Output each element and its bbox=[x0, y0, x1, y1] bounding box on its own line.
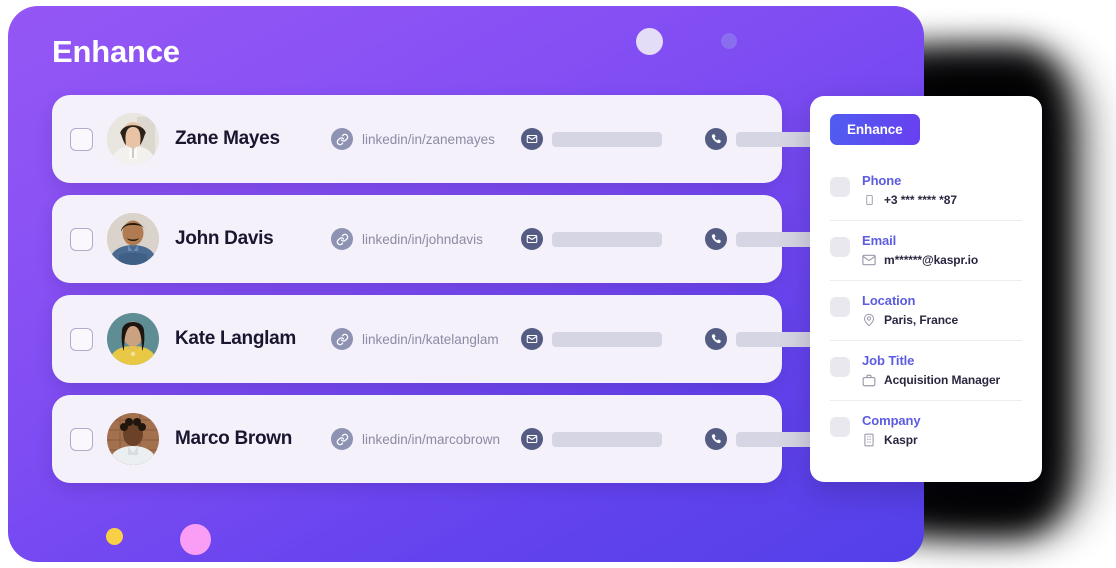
decorative-dot-small-purple bbox=[721, 33, 737, 49]
detail-select-checkbox[interactable] bbox=[830, 417, 850, 437]
contact-email-field[interactable] bbox=[521, 128, 681, 150]
avatar bbox=[107, 413, 159, 465]
link-icon bbox=[331, 128, 353, 150]
linkedin-url: linkedin/in/katelanglam bbox=[362, 331, 499, 347]
mail-icon bbox=[521, 328, 543, 350]
row-select-checkbox[interactable] bbox=[70, 127, 93, 151]
detail-select-checkbox[interactable] bbox=[830, 177, 850, 197]
contact-email-field[interactable] bbox=[521, 328, 681, 350]
detail-value: Kaspr bbox=[884, 433, 918, 447]
contact-linkedin-field[interactable]: linkedin/in/johndavis bbox=[331, 228, 499, 250]
detail-content: Email m******@kaspr.io bbox=[862, 233, 1022, 267]
detail-select-checkbox[interactable] bbox=[830, 297, 850, 317]
table-row[interactable]: John Davis linkedin/in/johndavis bbox=[52, 195, 854, 283]
row-select-checkbox[interactable] bbox=[70, 427, 93, 451]
email-hidden-placeholder bbox=[552, 231, 662, 247]
email-hidden-placeholder bbox=[552, 431, 662, 447]
detail-content: Phone +3 *** **** *87 bbox=[862, 173, 1022, 207]
link-icon bbox=[331, 428, 353, 450]
detail-content: Company Kaspr bbox=[862, 413, 1022, 447]
detail-item-phone[interactable]: Phone +3 *** **** *87 bbox=[830, 161, 1022, 221]
table-row[interactable]: Zane Mayes linkedin/in/zanemayes bbox=[52, 95, 854, 183]
mobile-icon bbox=[862, 193, 876, 207]
decorative-dot-large-white bbox=[636, 28, 663, 55]
phone-icon bbox=[705, 328, 727, 350]
detail-select-checkbox[interactable] bbox=[830, 357, 850, 377]
mail-icon bbox=[521, 128, 543, 150]
detail-item-email[interactable]: Email m******@kaspr.io bbox=[830, 221, 1022, 281]
detail-item-location[interactable]: Location Paris, France bbox=[830, 281, 1022, 341]
enhance-button[interactable]: Enhance bbox=[830, 114, 920, 145]
table-row[interactable]: Marco Brown linkedin/in/marcobrown bbox=[52, 395, 854, 483]
detail-value-row: +3 *** **** *87 bbox=[862, 193, 1022, 207]
link-icon bbox=[331, 228, 353, 250]
mail-icon bbox=[521, 228, 543, 250]
briefcase-icon bbox=[862, 373, 876, 387]
pin-icon bbox=[862, 313, 876, 327]
building-icon bbox=[862, 433, 876, 447]
row-select-checkbox[interactable] bbox=[70, 327, 93, 351]
link-icon bbox=[331, 328, 353, 350]
linkedin-url: linkedin/in/johndavis bbox=[362, 231, 483, 247]
phone-icon bbox=[705, 428, 727, 450]
contact-name: John Davis bbox=[175, 228, 274, 249]
contact-linkedin-field[interactable]: linkedin/in/marcobrown bbox=[331, 428, 501, 450]
main-purple-card: Enhance Zane Mayes linkedin/in/zanemayes… bbox=[8, 6, 924, 562]
detail-content: Job Title Acquisition Manager bbox=[862, 353, 1022, 387]
contact-name: Marco Brown bbox=[175, 428, 293, 449]
decorative-dot-medium-pink bbox=[180, 524, 211, 555]
detail-label: Location bbox=[862, 293, 916, 308]
contact-linkedin-field[interactable]: linkedin/in/zanemayes bbox=[331, 128, 499, 150]
detail-value: +3 *** **** *87 bbox=[884, 193, 957, 207]
decorative-dot-small-yellow bbox=[106, 528, 123, 545]
mail-icon bbox=[521, 428, 543, 450]
avatar bbox=[107, 113, 159, 165]
contact-detail-panel: Enhance Phone +3 *** **** *87 Email m***… bbox=[810, 96, 1042, 482]
detail-value-row: m******@kaspr.io bbox=[862, 253, 1022, 267]
detail-value-row: Paris, France bbox=[862, 313, 1022, 327]
contact-list: Zane Mayes linkedin/in/zanemayes John Da… bbox=[52, 95, 854, 495]
detail-content: Location Paris, France bbox=[862, 293, 1022, 327]
detail-label: Phone bbox=[862, 173, 902, 188]
app-stage: Enhance Zane Mayes linkedin/in/zanemayes… bbox=[0, 0, 1116, 568]
linkedin-url: linkedin/in/marcobrown bbox=[362, 431, 501, 447]
linkedin-url: linkedin/in/zanemayes bbox=[362, 131, 495, 147]
detail-value: Paris, France bbox=[884, 313, 959, 327]
detail-field-list: Phone +3 *** **** *87 Email m******@kasp… bbox=[830, 161, 1022, 460]
detail-label: Email bbox=[862, 233, 897, 248]
contact-name: Kate Langlam bbox=[175, 328, 296, 349]
contact-email-field[interactable] bbox=[521, 428, 681, 450]
avatar bbox=[107, 313, 159, 365]
phone-icon bbox=[705, 228, 727, 250]
contact-email-field[interactable] bbox=[521, 228, 681, 250]
detail-item-company[interactable]: Company Kaspr bbox=[830, 401, 1022, 460]
envelope-icon bbox=[862, 253, 876, 267]
email-hidden-placeholder bbox=[552, 331, 662, 347]
detail-value: m******@kaspr.io bbox=[884, 253, 979, 267]
detail-select-checkbox[interactable] bbox=[830, 237, 850, 257]
row-select-checkbox[interactable] bbox=[70, 227, 93, 251]
detail-value-row: Acquisition Manager bbox=[862, 373, 1022, 387]
detail-value: Acquisition Manager bbox=[884, 373, 1001, 387]
phone-icon bbox=[705, 128, 727, 150]
contact-linkedin-field[interactable]: linkedin/in/katelanglam bbox=[331, 328, 499, 350]
contact-name: Zane Mayes bbox=[175, 128, 280, 149]
detail-label: Job Title bbox=[862, 353, 915, 368]
detail-value-row: Kaspr bbox=[862, 433, 1022, 447]
detail-label: Company bbox=[862, 413, 921, 428]
page-title: Enhance bbox=[52, 34, 180, 69]
email-hidden-placeholder bbox=[552, 131, 662, 147]
table-row[interactable]: Kate Langlam linkedin/in/katelanglam bbox=[52, 295, 854, 383]
avatar bbox=[107, 213, 159, 265]
detail-item-job-title[interactable]: Job Title Acquisition Manager bbox=[830, 341, 1022, 401]
